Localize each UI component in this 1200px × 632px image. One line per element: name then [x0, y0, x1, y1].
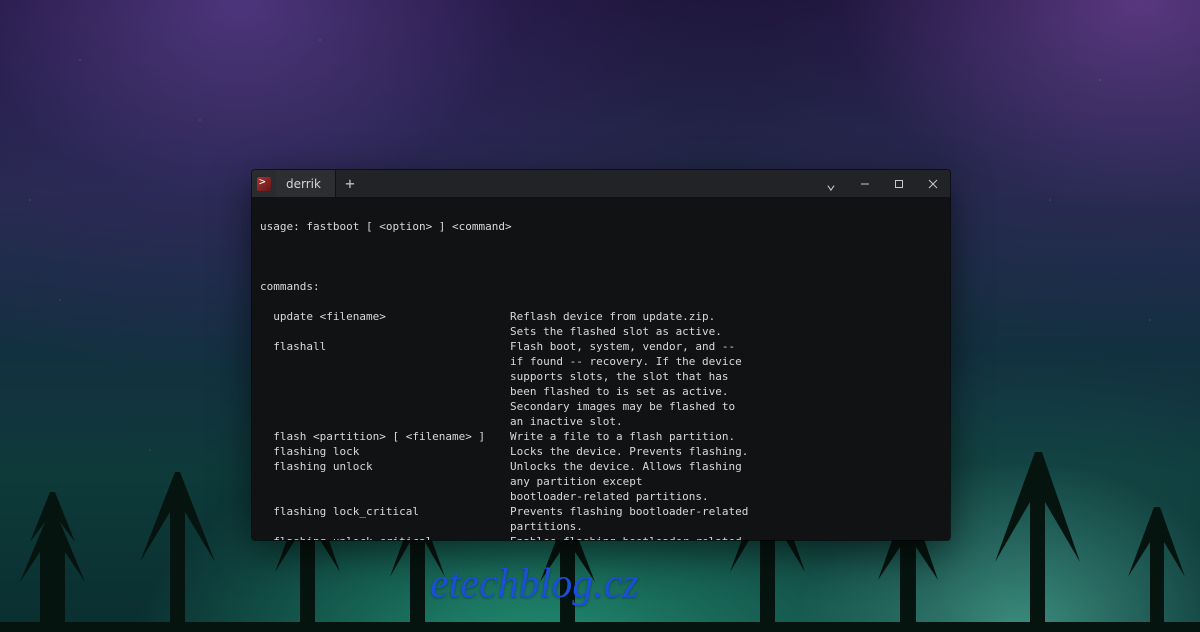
blank-line	[260, 249, 942, 264]
command-row: supports slots, the slot that has	[260, 369, 942, 384]
command-desc: been flashed to is set as active.	[510, 384, 942, 399]
command-row: if found -- recovery. If the device	[260, 354, 942, 369]
command-name	[260, 414, 510, 429]
command-desc: Secondary images may be flashed to	[510, 399, 942, 414]
maximize-icon	[894, 179, 904, 189]
command-row: bootloader-related partitions.	[260, 489, 942, 504]
close-icon	[928, 179, 938, 189]
command-name	[260, 489, 510, 504]
window-controls: ⌄	[814, 170, 950, 197]
command-name	[260, 354, 510, 369]
tab-title: derrik	[286, 177, 321, 191]
terminal-output[interactable]: usage: fastboot [ <option> ] <command> c…	[252, 198, 950, 540]
command-desc: Locks the device. Prevents flashing.	[510, 444, 942, 459]
command-row: flashing lockLocks the device. Prevents …	[260, 444, 942, 459]
maximize-button[interactable]	[882, 170, 916, 198]
command-rows: update <filename>Reflash device from upd…	[260, 309, 942, 540]
window-titlebar[interactable]: derrik + ⌄	[252, 170, 950, 198]
command-row: flash <partition> [ <filename> ]Write a …	[260, 429, 942, 444]
command-name	[260, 399, 510, 414]
terminal-window: derrik + ⌄ usage: fastboot [ <option> ] …	[252, 170, 950, 540]
command-name: flashing lock_critical	[260, 504, 510, 519]
commands-header: commands:	[260, 279, 942, 294]
command-desc: any partition except	[510, 474, 942, 489]
command-row: flashing unlockUnlocks the device. Allow…	[260, 459, 942, 474]
command-name	[260, 369, 510, 384]
command-name: flashing lock	[260, 444, 510, 459]
new-tab-button[interactable]: +	[336, 170, 364, 197]
minimize-icon	[860, 179, 870, 189]
titlebar-spacer[interactable]	[364, 170, 814, 197]
command-row: Sets the flashed slot as active.	[260, 324, 942, 339]
command-desc: Reflash device from update.zip.	[510, 309, 942, 324]
command-row: any partition except	[260, 474, 942, 489]
command-row: partitions.	[260, 519, 942, 534]
command-name: flashall	[260, 339, 510, 354]
command-row: flashallFlash boot, system, vendor, and …	[260, 339, 942, 354]
command-name	[260, 474, 510, 489]
command-row: update <filename>Reflash device from upd…	[260, 309, 942, 324]
tab-active[interactable]: derrik	[276, 170, 336, 197]
desktop-wallpaper: derrik + ⌄ usage: fastboot [ <option> ] …	[0, 0, 1200, 632]
command-row: an inactive slot.	[260, 414, 942, 429]
command-desc: if found -- recovery. If the device	[510, 354, 942, 369]
command-name: flash <partition> [ <filename> ]	[260, 429, 510, 444]
command-desc: Write a file to a flash partition.	[510, 429, 942, 444]
tabs-dropdown-button[interactable]: ⌄	[814, 170, 848, 198]
command-desc: Enables flashing bootloader-related	[510, 534, 942, 540]
command-name	[260, 384, 510, 399]
command-name: flashing unlock_critical	[260, 534, 510, 540]
command-desc: partitions.	[510, 519, 942, 534]
command-desc: supports slots, the slot that has	[510, 369, 942, 384]
command-desc: Sets the flashed slot as active.	[510, 324, 942, 339]
command-desc: an inactive slot.	[510, 414, 942, 429]
watermark: etechblog.cz	[430, 560, 639, 608]
command-desc: Unlocks the device. Allows flashing	[510, 459, 942, 474]
command-name	[260, 519, 510, 534]
command-name	[260, 324, 510, 339]
command-row: flashing lock_criticalPrevents flashing …	[260, 504, 942, 519]
command-name: flashing unlock	[260, 459, 510, 474]
close-button[interactable]	[916, 170, 950, 198]
usage-line: usage: fastboot [ <option> ] <command>	[260, 219, 942, 234]
command-row: been flashed to is set as active.	[260, 384, 942, 399]
command-desc: bootloader-related partitions.	[510, 489, 942, 504]
command-desc: Prevents flashing bootloader-related	[510, 504, 942, 519]
command-row: flashing unlock_criticalEnables flashing…	[260, 534, 942, 540]
command-desc: Flash boot, system, vendor, and --	[510, 339, 942, 354]
minimize-button[interactable]	[848, 170, 882, 198]
plus-icon: +	[345, 174, 355, 193]
command-name: update <filename>	[260, 309, 510, 324]
command-row: Secondary images may be flashed to	[260, 399, 942, 414]
terminal-app-icon	[252, 170, 276, 197]
